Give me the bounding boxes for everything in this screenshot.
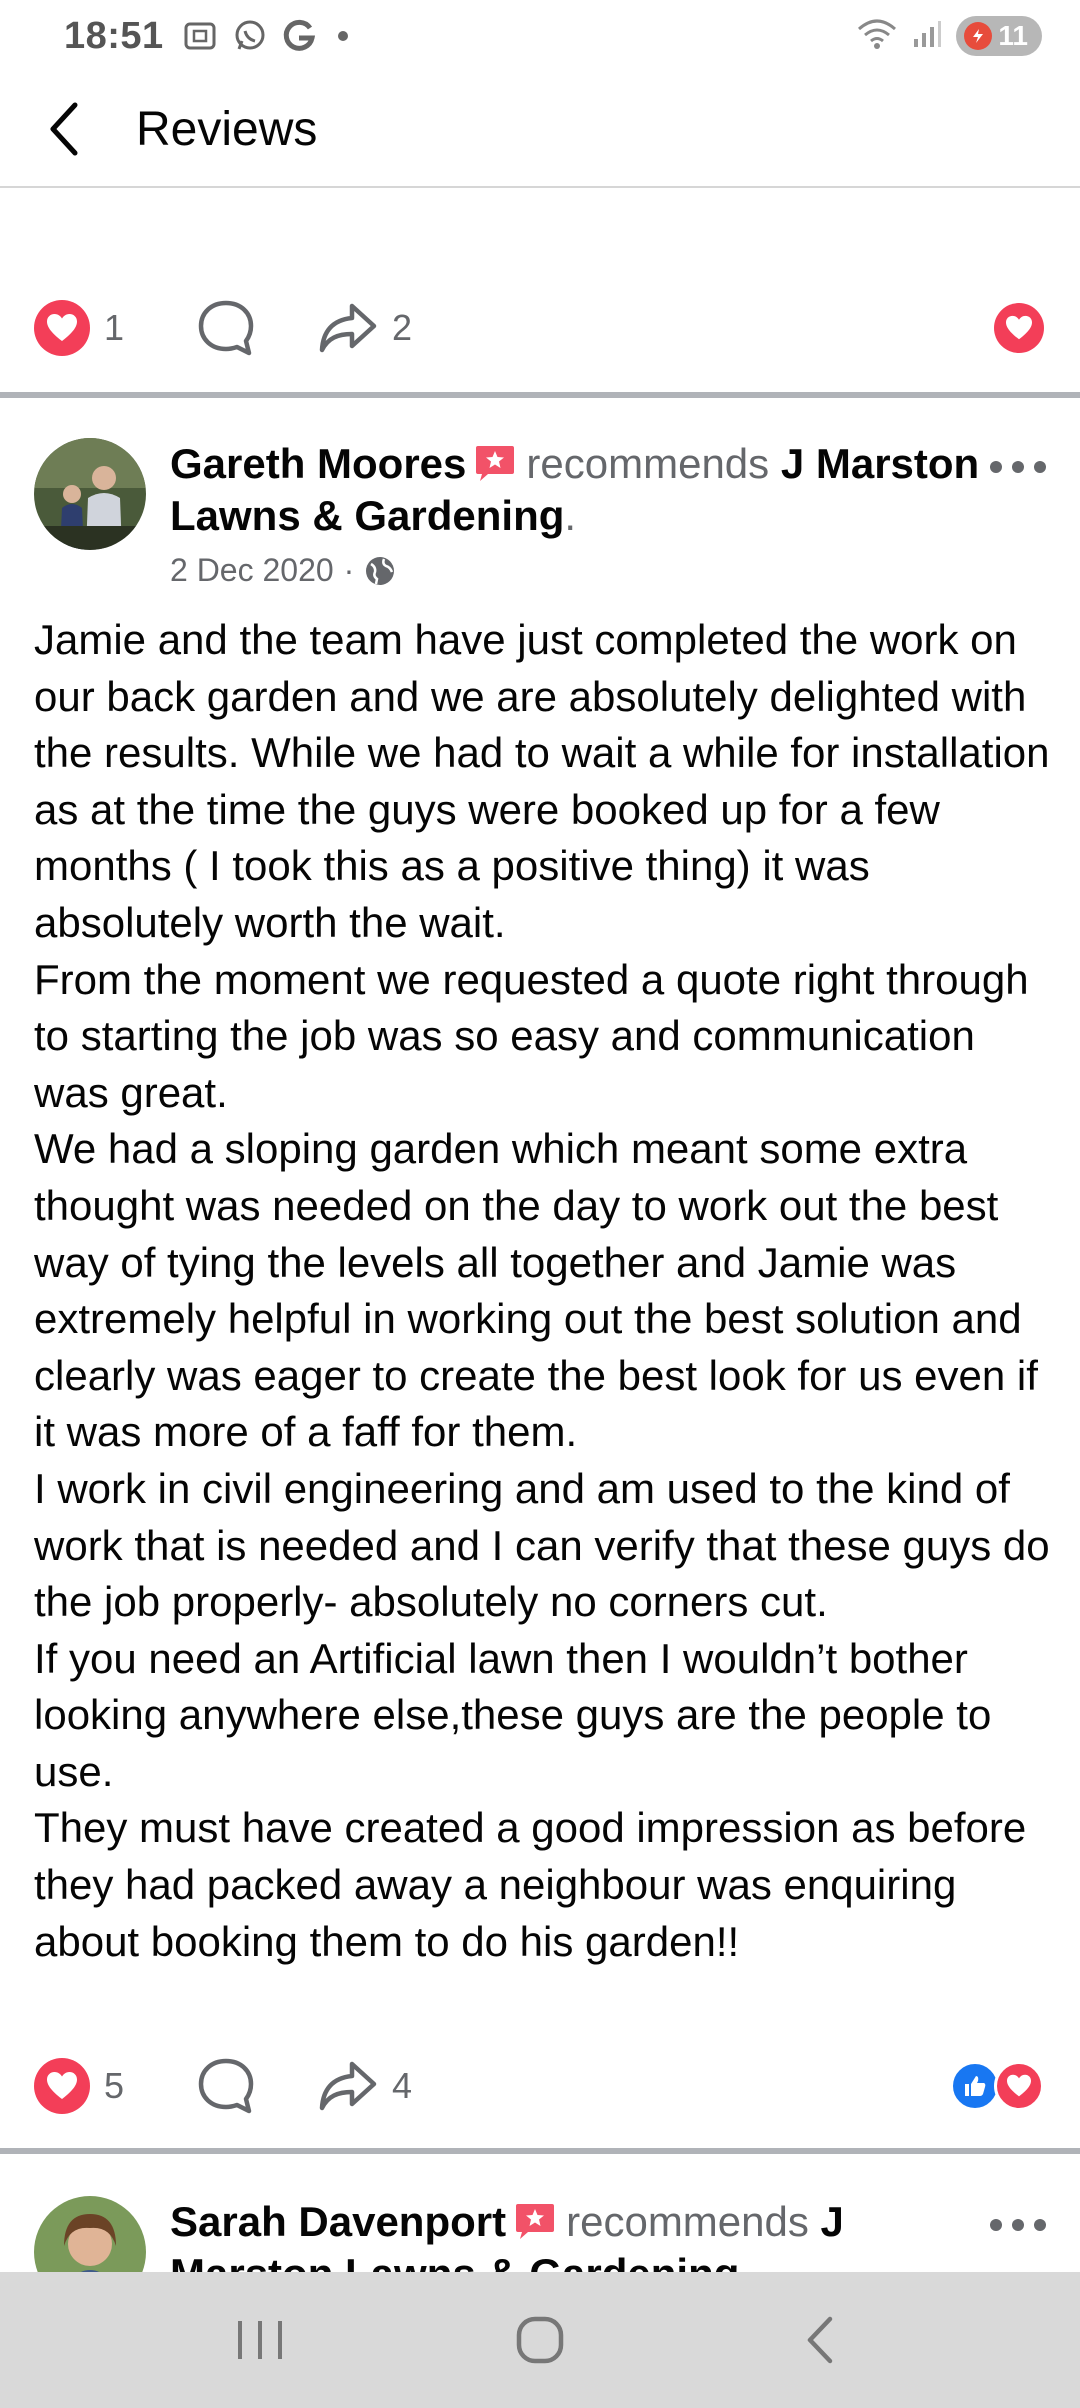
more-dot: [1012, 461, 1024, 473]
charging-icon: [964, 22, 993, 50]
chevron-left-icon: [50, 102, 78, 156]
love-icon: [994, 303, 1044, 353]
author-name[interactable]: Sarah Davenport: [170, 2198, 506, 2245]
comment-icon: [198, 300, 254, 356]
status-time: 18:51: [64, 14, 164, 57]
post-body-text: Jamie and the team have just completed t…: [34, 616, 1050, 1965]
more-dot: [990, 2219, 1002, 2231]
status-right-icons: 11: [856, 16, 1042, 56]
post-header: Gareth Moores recommends J Marston Lawns …: [34, 438, 1046, 598]
recent-apps-button[interactable]: [200, 2290, 320, 2390]
post-title-line: Sarah Davenportrecommends J Marston Lawn…: [170, 2196, 1000, 2272]
love-reaction-button[interactable]: 5: [34, 2058, 124, 2114]
more-dot: [990, 461, 1002, 473]
recommendation-icon: [516, 2204, 555, 2239]
post-date-line: 2 Dec 2020 ·: [170, 552, 1000, 589]
love-count: 5: [104, 2065, 125, 2106]
share-button[interactable]: 2: [318, 300, 412, 356]
globe-icon: [366, 556, 395, 585]
recommends-text: recommends: [566, 2198, 809, 2245]
love-count: 1: [104, 307, 125, 348]
share-icon: [319, 303, 377, 353]
more-options-button[interactable]: [990, 2210, 1046, 2240]
title-period: .: [564, 492, 577, 539]
more-dot: [1034, 461, 1046, 473]
recommendation-icon: [476, 446, 515, 481]
back-button[interactable]: [0, 71, 130, 187]
share-count: 4: [392, 2065, 413, 2106]
share-button[interactable]: 4: [318, 2058, 412, 2114]
reaction-summary[interactable]: [994, 303, 1044, 353]
recommends-text: recommends: [526, 440, 770, 487]
reaction-summary[interactable]: [950, 2061, 1044, 2111]
battery-icon: 11: [956, 16, 1042, 56]
share-count: 2: [392, 307, 413, 348]
previous-post-actions: 1 2: [0, 278, 1080, 378]
comment-button[interactable]: [196, 298, 256, 358]
comment-button[interactable]: [196, 2056, 256, 2116]
page-title: Reviews: [136, 102, 318, 156]
avatar[interactable]: [34, 438, 146, 550]
screenshot-icon: [182, 18, 218, 54]
google-icon: [282, 18, 316, 54]
system-nav-bar: [0, 2272, 1080, 2408]
whatsapp-icon: [232, 18, 268, 54]
love-reaction-button[interactable]: 1: [34, 300, 124, 356]
next-post-header: Sarah Davenportrecommends J Marston Lawn…: [34, 2196, 1046, 2272]
love-icon: [994, 2061, 1044, 2111]
status-bar: 18:51 11: [0, 0, 1080, 72]
battery-level: 11: [998, 20, 1028, 51]
more-dot: [1012, 2219, 1024, 2231]
share-icon: [319, 2061, 377, 2111]
like-icon: [950, 2061, 1000, 2111]
wifi-icon: [856, 17, 898, 56]
back-icon: [807, 2316, 833, 2364]
home-button[interactable]: [480, 2290, 600, 2390]
back-nav-button[interactable]: [760, 2290, 880, 2390]
avatar[interactable]: [34, 2196, 146, 2272]
post-separator: [0, 392, 1080, 408]
recent-apps-icon: [238, 2321, 282, 2359]
date-separator: ·: [343, 552, 355, 588]
notification-dot: [337, 31, 348, 41]
comment-icon: [198, 2058, 254, 2114]
author-name[interactable]: Gareth Moores: [170, 440, 466, 487]
signal-icon: [912, 19, 942, 54]
app-header: Reviews: [0, 72, 1080, 188]
post-title-line: Gareth Moores recommends J Marston Lawns …: [170, 438, 1000, 542]
status-left-icons: [182, 18, 348, 54]
home-icon: [516, 2316, 564, 2364]
more-dot: [1034, 2219, 1046, 2231]
post-date[interactable]: 2 Dec 2020: [170, 552, 334, 589]
love-icon: [34, 2058, 90, 2114]
post-separator: [0, 2148, 1080, 2164]
post-meta: Sarah Davenportrecommends J Marston Lawn…: [170, 2196, 1000, 2272]
post-meta: Gareth Moores recommends J Marston Lawns …: [170, 438, 1000, 589]
more-options-button[interactable]: [990, 452, 1046, 482]
post-actions: 5 4: [0, 2036, 1080, 2136]
love-icon: [34, 300, 90, 356]
